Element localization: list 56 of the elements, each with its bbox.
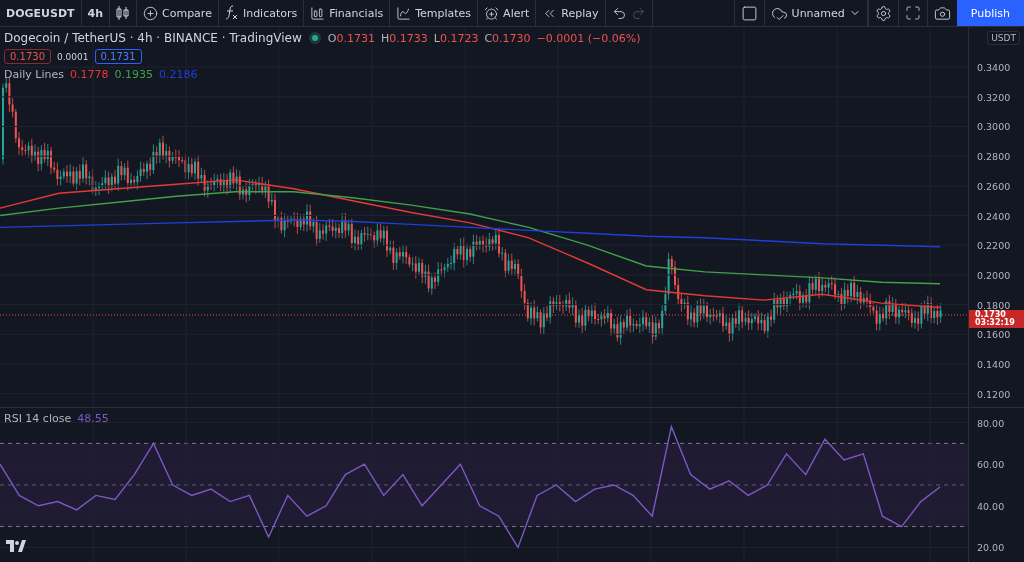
layout-name-button[interactable]: Unnamed: [763, 0, 868, 26]
price-tick-label: 0.2600: [977, 180, 1011, 192]
price-tick-label: 0.1600: [977, 328, 1011, 340]
rsi-tick-label: 80.00: [977, 417, 1005, 429]
price-change: −0.0001 (−0.06%): [536, 31, 641, 45]
spread-value: 0.0001: [57, 51, 89, 62]
function-icon: [224, 5, 239, 21]
indicators-button[interactable]: Indicators: [218, 0, 305, 26]
alert-button[interactable]: Alert: [478, 0, 537, 26]
price-tick-label: 0.2800: [977, 150, 1011, 162]
study-value: 0.1935: [114, 68, 153, 81]
study-value: 0.2186: [159, 68, 198, 81]
financials-button[interactable]: Financials: [304, 0, 391, 26]
rsi-tick-label: 40.00: [977, 500, 1005, 512]
ohlc-value: O0.1731: [327, 31, 375, 45]
rsi-tick-label: 20.00: [977, 541, 1005, 553]
interval-button[interactable]: 4h: [81, 0, 110, 26]
candles-icon: [116, 5, 130, 21]
price-tick-label: 0.1800: [977, 299, 1011, 311]
symbol-button[interactable]: DOGEUSDT: [0, 0, 82, 26]
rsi-value: 48.55: [77, 412, 109, 425]
price-tick-label: 0.3200: [977, 91, 1011, 103]
line-chart-icon: [396, 5, 412, 21]
templates-button[interactable]: Templates: [390, 0, 479, 26]
rsi-label: RSI 14 close: [4, 412, 72, 425]
alarm-clock-icon: [484, 5, 500, 21]
currency-badge[interactable]: USDT: [987, 31, 1020, 45]
price-tick-label: 0.2200: [977, 239, 1011, 251]
price-tick-label: 0.3400: [977, 61, 1011, 73]
study-name: Daily Lines: [4, 68, 64, 81]
square-icon: [740, 4, 758, 22]
publish-button[interactable]: Publish: [956, 0, 1024, 26]
ohlc-value: C0.1730: [484, 31, 531, 45]
buy-price[interactable]: 0.1731: [94, 49, 142, 64]
price-tick-label: 0.3000: [977, 120, 1011, 132]
undo-icon[interactable]: [611, 5, 627, 21]
sell-price[interactable]: 0.1730: [4, 49, 51, 64]
symbol-title: Dogecoin / TetherUS · 4h · BINANCE · TradingView: [4, 31, 302, 45]
compare-button[interactable]: Compare: [137, 0, 219, 26]
rsi-tick-label: 60.00: [977, 458, 1005, 470]
study-value: 0.1778: [70, 68, 109, 81]
replay-button[interactable]: Replay: [536, 0, 606, 26]
market-status-icon: [307, 31, 322, 45]
price-tick-label: 0.1200: [977, 388, 1011, 400]
price-tick-label: 0.2400: [977, 210, 1011, 221]
plus-circle-icon: [143, 5, 158, 21]
bar-chart-icon: [310, 5, 326, 21]
last-price-tag: 0.1730 03:32:19: [969, 309, 1024, 328]
ohlc-value: H0.1733: [381, 31, 428, 45]
price-tick-label: 0.2000: [977, 269, 1011, 281]
settings-icon: [874, 4, 892, 22]
camera-icon: [933, 4, 951, 22]
ohlc-value: L0.1723: [433, 31, 479, 45]
fullscreen-icon: [904, 5, 921, 21]
price-tick-label: 0.1400: [977, 358, 1011, 370]
logo-icon[interactable]: [6, 540, 26, 552]
